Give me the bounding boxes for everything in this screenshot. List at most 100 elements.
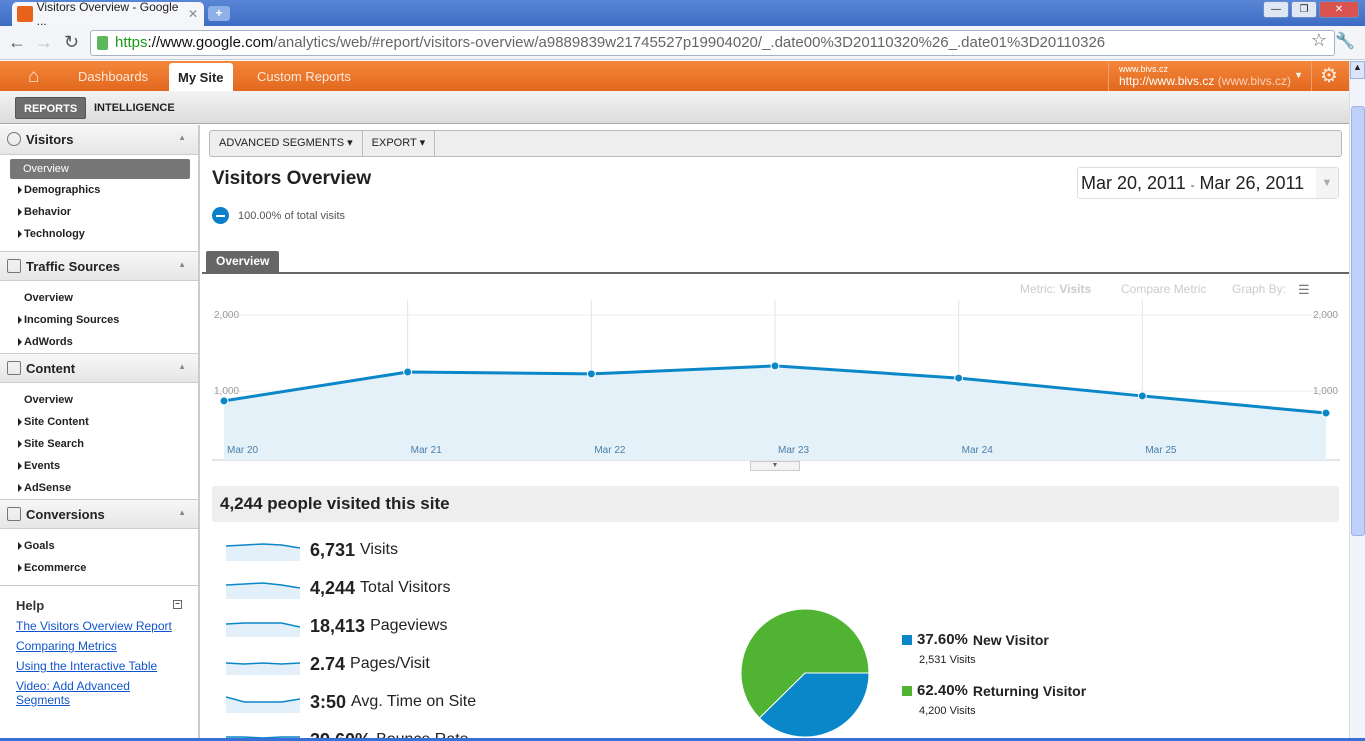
sub-nav: REPORTS INTELLIGENCE — [0, 91, 1349, 124]
sidebar-item-technology[interactable]: Technology — [0, 223, 198, 245]
account-profile: (www.bivs.cz) — [1217, 74, 1292, 88]
help-link[interactable]: Video: Add Advanced Segments — [16, 679, 156, 707]
advanced-segments-button[interactable]: ADVANCED SEGMENTS ▾ — [210, 131, 363, 156]
metric-value: 18,413 — [310, 615, 366, 636]
page-title: Visitors Overview — [212, 168, 372, 189]
sidebar-item-demographics[interactable]: Demographics — [0, 179, 198, 201]
data-point — [586, 369, 596, 379]
sidebar-item-visitors-overview[interactable]: Overview — [10, 159, 190, 179]
chart-resize-handle[interactable]: ▼ — [750, 461, 800, 471]
wrench-icon[interactable]: 🔧 — [1335, 31, 1355, 51]
sparkline — [226, 662, 300, 675]
metric-value: 3:50 — [310, 691, 347, 712]
new-tab-button[interactable]: + — [208, 6, 230, 21]
sidebar-item-behavior[interactable]: Behavior — [0, 201, 198, 223]
x-tick-label: Mar 20 — [227, 445, 259, 456]
back-icon[interactable]: ← — [8, 32, 26, 53]
legend-sub: 2,531 Visits — [919, 654, 976, 666]
visits-chart[interactable]: 1,000 1,000 2,000 2,000 Mar 20 Mar 21 Mar 22 Ma… — [212, 300, 1340, 462]
tab-dashboards[interactable]: Dashboards — [78, 69, 148, 84]
section-title: Conversions — [26, 507, 105, 522]
tab-custom-reports[interactable]: Custom Reports — [257, 69, 351, 84]
scroll-up-icon[interactable]: ▲ — [1350, 61, 1365, 79]
sidebar-item-adwords[interactable]: AdWords — [0, 331, 198, 353]
tab-overview[interactable]: Overview — [206, 251, 280, 272]
data-point — [954, 373, 964, 383]
account-selector[interactable]: www.bivs.cz http://www.bivs.cz (www.bivs… — [1108, 61, 1312, 91]
page-scrollbar[interactable]: ▲ — [1349, 61, 1365, 741]
date-separator: - — [1190, 180, 1195, 192]
sidebar-item-events[interactable]: Events — [0, 455, 198, 477]
scroll-thumb[interactable] — [1351, 106, 1365, 536]
collapse-icon[interactable]: ▲ — [178, 260, 186, 269]
sidebar-item-site-search[interactable]: Site Search — [0, 433, 198, 455]
url-host: ://www.google.com — [147, 34, 274, 51]
date-start: Mar 20, 2011 — [1081, 173, 1186, 193]
sidebar-item-traffic-overview[interactable]: Overview — [0, 287, 198, 309]
sidebar-item-site-content[interactable]: Site Content — [0, 411, 198, 433]
gear-icon[interactable]: ⚙ — [1320, 63, 1338, 88]
legend-label: New Visitor — [972, 631, 1049, 648]
sidebar-item-content-overview[interactable]: Overview — [0, 389, 198, 411]
content-icon — [7, 361, 21, 375]
data-point — [1137, 391, 1147, 401]
segment-minus-icon[interactable] — [212, 207, 229, 224]
help-link[interactable]: The Visitors Overview Report — [16, 619, 182, 633]
help-link[interactable]: Using the Interactive Table — [16, 659, 182, 673]
sidebar-item-adsense[interactable]: AdSense — [0, 477, 198, 499]
bookmark-star-icon[interactable]: ☆ — [1311, 30, 1327, 51]
reload-icon[interactable]: ↻ — [64, 32, 79, 53]
graph-by-label: Graph By: — [1232, 282, 1287, 296]
sidebar-item-incoming-sources[interactable]: Incoming Sources — [0, 309, 198, 331]
minimize-button[interactable]: — — [1263, 1, 1289, 18]
section-content[interactable]: Content ▲ — [0, 353, 198, 383]
metric-value: Visits — [1059, 282, 1092, 296]
forward-icon[interactable]: → — [35, 32, 53, 53]
visitor-type-pie[interactable] — [740, 608, 870, 738]
section-conversions[interactable]: Conversions ▲ — [0, 499, 198, 529]
legend-swatch — [902, 685, 912, 696]
reports-button[interactable]: REPORTS — [15, 97, 87, 119]
section-traffic-sources[interactable]: Traffic Sources ▲ — [0, 251, 198, 281]
help-panel: Help − The Visitors Overview Report Compa… — [0, 586, 198, 707]
collapse-icon[interactable]: ▲ — [178, 508, 186, 517]
restore-button[interactable]: ❐ — [1291, 1, 1317, 18]
y-tick-label: 2,000 — [214, 310, 239, 321]
sidebar: Visitors ▲ Overview Demographics Behavior… — [0, 125, 200, 741]
address-bar[interactable]: https://www.google.com/analytics/web/#re… — [90, 30, 1335, 56]
legend-sub: 4,200 Visits — [919, 705, 976, 717]
tab-my-site[interactable]: My Site — [169, 63, 233, 91]
data-point — [403, 367, 413, 377]
metric-label: Pages/Visit — [350, 655, 430, 672]
legend-pct: 37.60% — [917, 631, 968, 648]
conversions-flag-icon — [7, 507, 21, 521]
collapse-help-icon[interactable]: − — [173, 600, 182, 609]
date-range-picker[interactable]: Mar 20, 2011 - Mar 26, 2011 ▼ — [1077, 167, 1339, 199]
collapse-icon[interactable]: ▲ — [178, 133, 186, 142]
close-window-button[interactable]: ✕ — [1319, 1, 1359, 18]
x-tick-label: Mar 23 — [778, 445, 810, 456]
help-link[interactable]: Comparing Metrics — [16, 639, 182, 653]
percent-text: 100.00% of total visits — [238, 209, 346, 222]
advanced-segments-label: ADVANCED SEGMENTS — [219, 137, 345, 149]
main-content: ADVANCED SEGMENTS ▾ EXPORT ▾ Visitors Ov… — [202, 125, 1349, 741]
compare-metric[interactable]: Compare Metric — [1121, 282, 1206, 296]
metric-selector[interactable]: Metric: Visits — [1020, 282, 1091, 296]
metric-value: 2.74 — [310, 653, 346, 674]
export-button[interactable]: EXPORT ▾ — [363, 131, 436, 156]
data-point — [1321, 408, 1331, 418]
export-label: EXPORT — [371, 137, 417, 149]
chevron-down-icon: ▼ — [1316, 168, 1338, 198]
section-visitors[interactable]: Visitors ▲ — [0, 125, 198, 155]
sidebar-item-goals[interactable]: Goals — [0, 535, 198, 557]
intelligence-button[interactable]: INTELLIGENCE — [86, 97, 183, 119]
graph-by-icon[interactable]: ☰ — [1298, 282, 1310, 298]
browser-tab[interactable]: Visitors Overview - Google ... ✕ — [12, 0, 204, 28]
tab-title: Visitors Overview - Google ... — [36, 0, 179, 28]
close-tab-icon[interactable]: ✕ — [188, 7, 198, 21]
home-icon[interactable]: ⌂ — [28, 66, 39, 88]
metric-label: Pageviews — [370, 617, 448, 634]
y-tick-label-right: 1,000 — [1313, 386, 1338, 397]
collapse-icon[interactable]: ▲ — [178, 362, 186, 371]
sidebar-item-ecommerce[interactable]: Ecommerce — [0, 557, 198, 579]
